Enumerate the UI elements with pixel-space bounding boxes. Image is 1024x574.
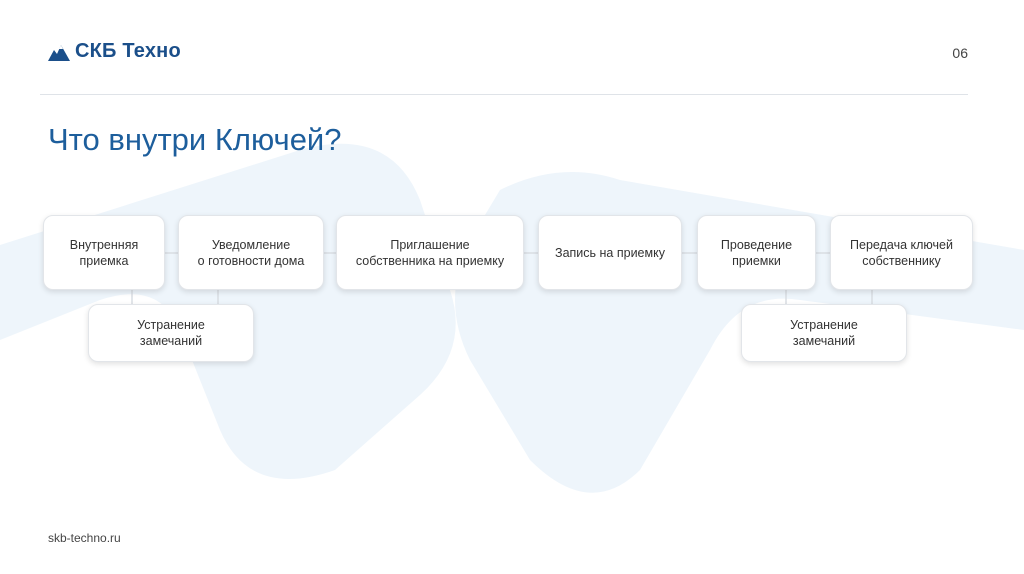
step-key-handover: Передача ключей собственнику [830, 215, 973, 290]
step-defect-fixing-right: Устранение замечаний [741, 304, 907, 362]
step-internal-acceptance: Внутренняя приемка [43, 215, 165, 290]
step-owner-invitation: Приглашение собственника на приемку [336, 215, 524, 290]
process-diagram: Внутренняя приемка Уведомление о готовно… [0, 0, 1024, 574]
step-conduct-acceptance: Проведение приемки [697, 215, 816, 290]
footer-website: skb-techno.ru [48, 531, 121, 545]
step-readiness-notification: Уведомление о готовности дома [178, 215, 324, 290]
step-acceptance-booking: Запись на приемку [538, 215, 682, 290]
step-defect-fixing-left: Устранение замечаний [88, 304, 254, 362]
